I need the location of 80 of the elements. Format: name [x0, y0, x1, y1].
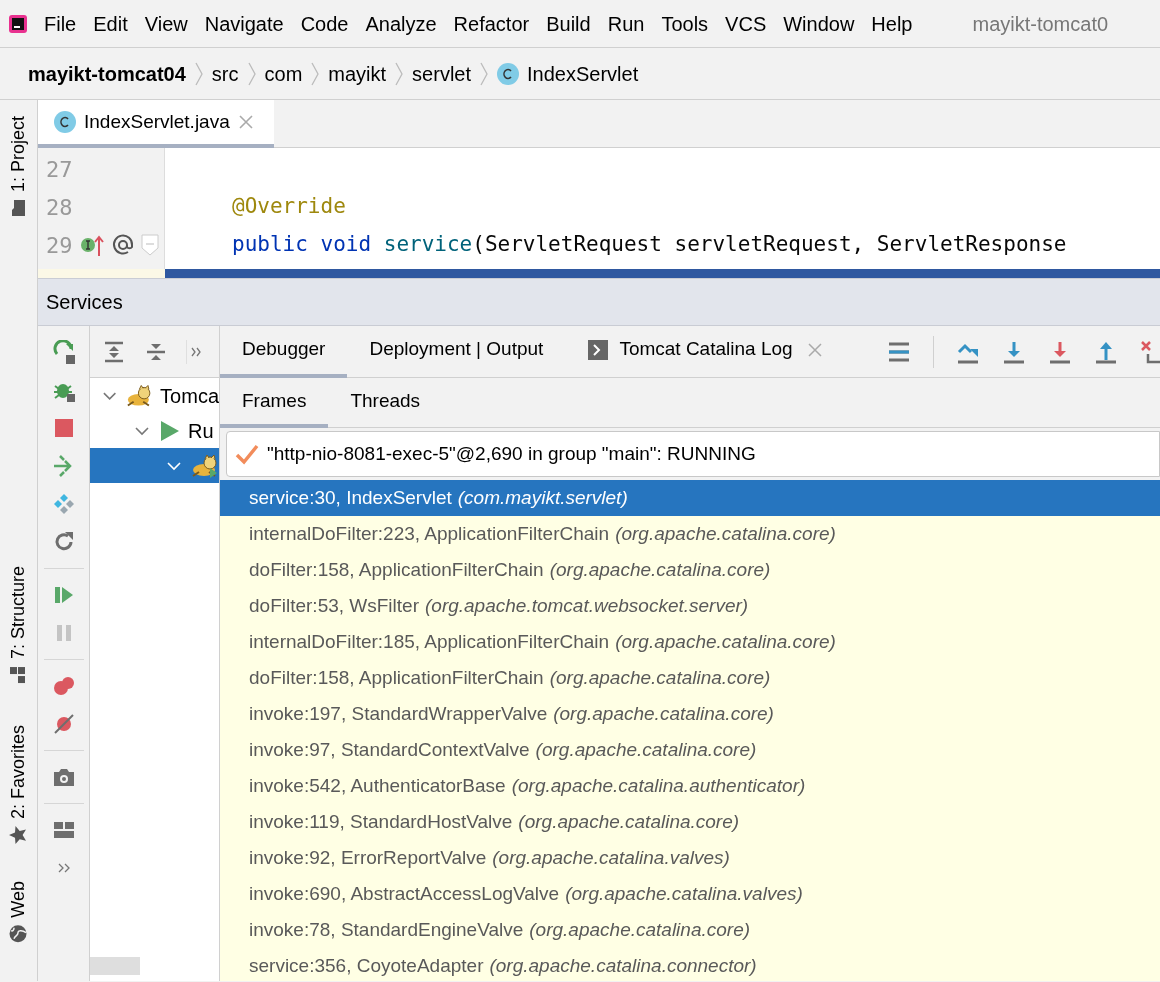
panel-tab[interactable]: Debugger: [220, 326, 348, 378]
tool-window-tab[interactable]: 1: Project: [5, 116, 32, 219]
breadcrumb-item[interactable]: com: [264, 58, 303, 89]
chevron-right-icon: [310, 61, 321, 86]
menu-item[interactable]: Window: [782, 8, 856, 39]
force-step-into-icon[interactable]: [1047, 339, 1072, 364]
tree-item[interactable]: [90, 448, 219, 483]
line-number: 27: [46, 155, 73, 184]
cat-icon: [125, 383, 153, 408]
frame-row[interactable]: invoke:92, ErrorReportValve (org.apache.catalina.valves): [220, 840, 1160, 876]
star-icon: [8, 825, 29, 846]
app-logo-icon: [8, 13, 28, 34]
tab-label: IndexServlet.java: [84, 109, 230, 134]
tool-window-tab[interactable]: 7: Structure: [5, 566, 32, 686]
drop-frame-icon[interactable]: [1139, 339, 1160, 364]
frame-row[interactable]: internalDoFilter:223, ApplicationFilterChain (org.apache.catalina.core): [220, 516, 1160, 552]
line-number: 29: [46, 231, 73, 260]
menu-item[interactable]: Analyze: [364, 8, 438, 39]
breadcrumb-item[interactable]: src: [211, 58, 239, 89]
breadcrumb-item[interactable]: servlet: [412, 58, 471, 89]
line-number: 28: [46, 193, 73, 222]
thread-dropdown[interactable]: "http-nio-8081-exec-5"@2,690 in group "main": RUNNING: [226, 431, 1160, 477]
frame-row[interactable]: internalDoFilter:185, ApplicationFilterChain (org.apache.catalina.core): [220, 624, 1160, 660]
frame-row[interactable]: invoke:78, StandardEngineValve (org.apache.catalina.core): [220, 912, 1160, 948]
console-icon: [587, 338, 610, 361]
menu-item[interactable]: Edit: [92, 8, 129, 39]
frame-row[interactable]: invoke:542, AuthenticatorBase (org.apache.catalina.authenticator): [220, 768, 1160, 804]
letter-c-icon: [60, 116, 70, 128]
run-icon: [158, 418, 180, 443]
frame-row[interactable]: doFilter:158, ApplicationFilterChain (org.apache.catalina.core): [220, 660, 1160, 696]
frame-row[interactable]: service:30, IndexServlet (com.mayikt.servlet): [220, 480, 1160, 516]
menu-item[interactable]: Tools: [660, 8, 710, 39]
menu-item[interactable]: View: [143, 8, 189, 39]
frame-row[interactable]: doFilter:53, WsFilter (org.apache.tomcat.websocket.server): [220, 588, 1160, 624]
panel-title: Services: [46, 290, 123, 315]
letter-c-icon: [503, 67, 513, 80]
tree-label: Ru: [188, 418, 214, 444]
breadcrumb-item[interactable]: mayikt-tomcat04: [28, 58, 186, 89]
code-line: public void service(ServletRequest servletRequest, ServletResponse: [231, 231, 1068, 259]
panel-tab[interactable]: Threads: [328, 378, 443, 428]
scrollbar-thumb[interactable]: [90, 957, 140, 975]
annotation-icon: [110, 233, 135, 257]
editor-tab[interactable]: IndexServlet.java: [38, 100, 274, 148]
menu-item[interactable]: Help: [870, 8, 914, 39]
frame-row[interactable]: invoke:690, AbstractAccessLogValve (org.apache.catalina.valves): [220, 876, 1160, 912]
globe-icon: [8, 923, 29, 944]
tool-window-tab[interactable]: Web: [5, 881, 32, 944]
menu-item[interactable]: Navigate: [203, 8, 285, 39]
frame-row[interactable]: invoke:97, StandardContextValve (org.apache.catalina.core): [220, 732, 1160, 768]
breakpoints-icon[interactable]: [51, 674, 76, 698]
fold-marker-icon[interactable]: [140, 234, 159, 256]
rerun-icon[interactable]: [51, 340, 76, 364]
tool-window-tab[interactable]: 2: Favorites: [5, 725, 32, 846]
frame-row[interactable]: service:356, CoyoteAdapter (org.apache.catalina.connector): [220, 948, 1160, 981]
cat-icon: [190, 453, 218, 478]
chevron-right-icon: [394, 61, 405, 86]
menu-item[interactable]: Run: [606, 8, 646, 39]
tree-label: Tomca: [160, 383, 219, 409]
breadcrumb-item[interactable]: mayikt: [328, 58, 387, 89]
menu-item[interactable]: Code: [299, 8, 350, 39]
panel-tab[interactable]: Tomcat Catalina Log: [565, 326, 847, 378]
breadcrumb-item[interactable]: IndexServlet: [527, 58, 639, 89]
tree-item[interactable]: Ru: [90, 413, 219, 448]
frame-row[interactable]: doFilter:158, ApplicationFilterChain (org.apache.catalina.core): [220, 552, 1160, 588]
chevron-right-icon: [246, 61, 257, 86]
frame-row[interactable]: invoke:119, StandardHostValve (org.apache.catalina.core): [220, 804, 1160, 840]
panel-tab[interactable]: Deployment | Output: [347, 326, 566, 378]
code-line: @Override: [231, 193, 347, 221]
step-into-icon[interactable]: [1001, 339, 1026, 364]
chevron-right-icon: [193, 61, 204, 86]
check-icon: [235, 443, 259, 465]
chevron-right-icon: [479, 61, 489, 86]
menu-item[interactable]: Refactor: [452, 8, 531, 39]
menu-item[interactable]: Build: [545, 8, 592, 39]
project-title: mayikt-tomcat0: [972, 11, 1109, 37]
tree-item[interactable]: Tomca: [90, 378, 219, 413]
menu-item[interactable]: VCS: [724, 8, 768, 39]
expand-all-icon[interactable]: [102, 339, 126, 364]
menu-item[interactable]: File: [43, 8, 78, 39]
frame-row[interactable]: invoke:197, StandardWrapperValve (org.apache.catalina.core): [220, 696, 1160, 732]
